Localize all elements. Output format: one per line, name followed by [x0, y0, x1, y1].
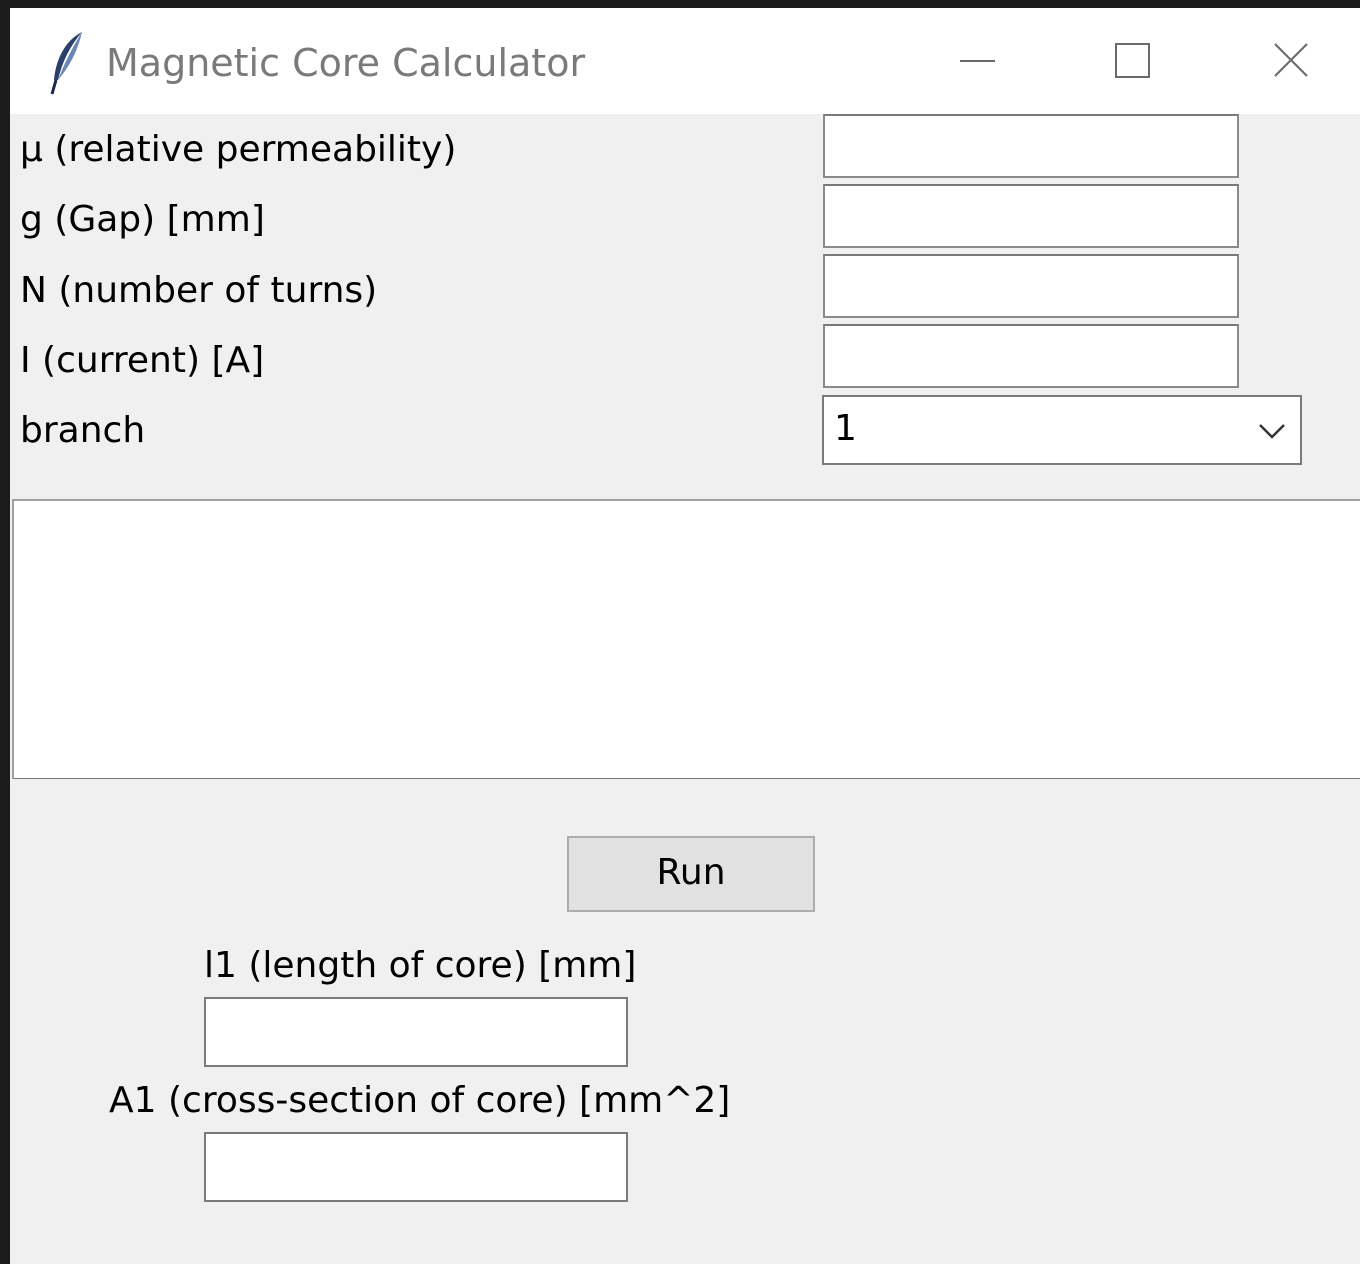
branch-label: branch [20, 410, 146, 451]
feather-icon [48, 30, 88, 96]
turns-input[interactable] [823, 254, 1239, 318]
title-bar[interactable]: Magnetic Core Calculator [10, 8, 1360, 114]
maximize-button[interactable] [1058, 8, 1208, 114]
core-length-input[interactable] [204, 997, 628, 1067]
core-length-label: l1 (length of core) [mm] [204, 945, 637, 986]
gap-input[interactable] [823, 184, 1239, 248]
close-button[interactable] [1215, 8, 1360, 114]
current-input[interactable] [823, 324, 1239, 388]
turns-label: N (number of turns) [20, 270, 378, 311]
run-button[interactable]: Run [567, 836, 815, 912]
branch-combobox[interactable]: 1 [822, 395, 1302, 465]
branch-value: 1 [834, 408, 857, 449]
output-text-area[interactable] [12, 499, 1360, 779]
mu-label: μ (relative permeability) [20, 129, 457, 170]
window-title: Magnetic Core Calculator [106, 41, 586, 85]
gap-label: g (Gap) [mm] [20, 199, 265, 240]
core-area-label: A1 (cross-section of core) [mm^2] [109, 1080, 731, 1121]
current-label: I (current) [A] [20, 340, 265, 381]
minimize-button[interactable] [905, 8, 1055, 114]
mu-input[interactable] [823, 114, 1239, 178]
core-area-input[interactable] [204, 1132, 628, 1202]
chevron-down-icon[interactable] [1254, 411, 1290, 451]
app-window: Magnetic Core Calculator μ (relative per… [10, 8, 1360, 1264]
